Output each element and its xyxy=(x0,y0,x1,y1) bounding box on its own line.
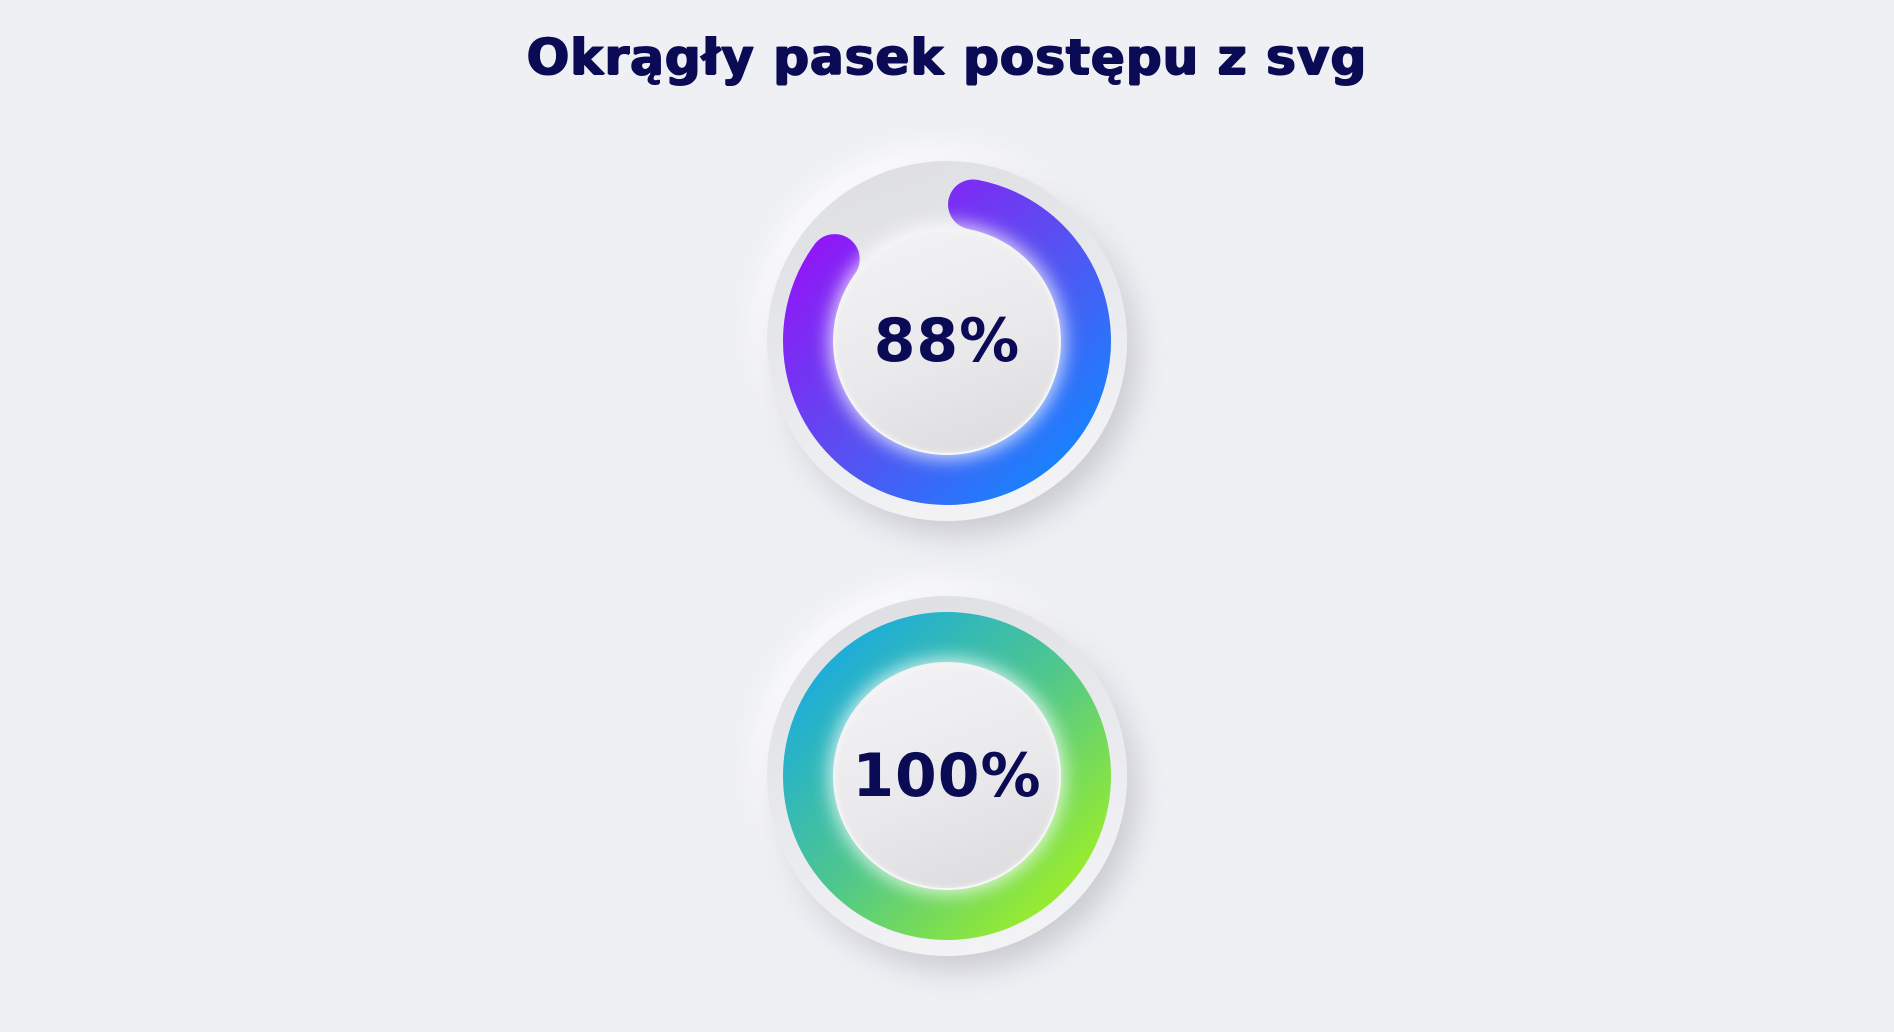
page: Okrągły pasek postępu z svg 88% 100% xyxy=(0,0,1894,1032)
progress-value-2: 100% xyxy=(852,741,1042,811)
circular-progress-1: 88% xyxy=(767,161,1127,521)
page-title: Okrągły pasek postępu z svg xyxy=(526,28,1368,86)
progress-center-1: 88% xyxy=(835,229,1059,453)
circular-progress-2: 100% xyxy=(767,596,1127,956)
progress-value-1: 88% xyxy=(873,306,1021,376)
progress-center-2: 100% xyxy=(835,664,1059,888)
